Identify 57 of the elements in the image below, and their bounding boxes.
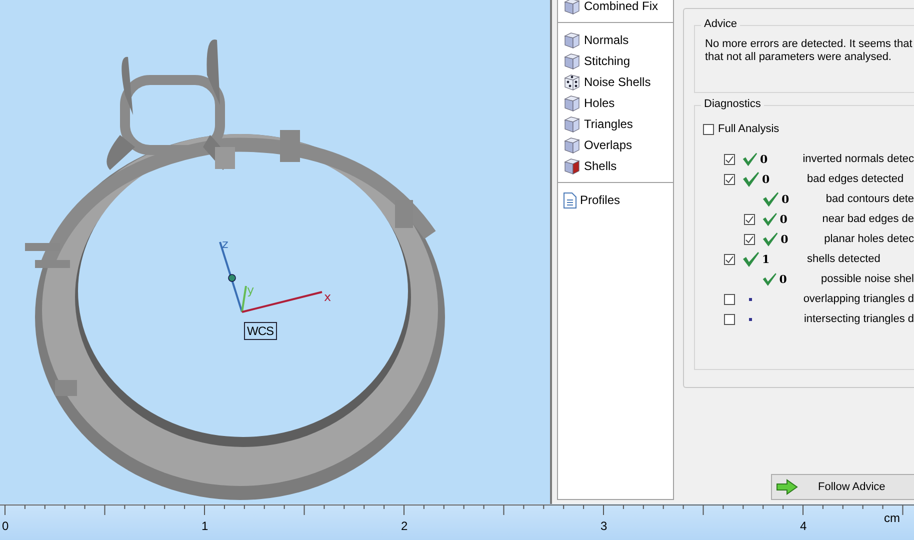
sidebar-item[interactable]: Combined Fix (558, 0, 673, 16)
dice-icon (563, 73, 581, 91)
checkbox[interactable] (724, 294, 735, 304)
diagnostic-label: possible noise shel (821, 273, 914, 285)
diagnostic-label: overlapping triangles d (803, 293, 914, 305)
checkbox[interactable] (724, 174, 735, 184)
coordinate-axes-drawing: z y x (212, 234, 332, 324)
sidebar-item[interactable]: Overlaps (558, 135, 673, 155)
ruler-label: 0 (2, 519, 9, 533)
sidebar-item[interactable]: Noise Shells (558, 72, 673, 92)
ruler-label: 2 (401, 519, 408, 533)
ruler-unit: cm (884, 511, 900, 525)
count-text: 0 (781, 192, 790, 206)
cube-icon (563, 31, 581, 49)
cube-icon (563, 115, 581, 133)
document-icon (563, 192, 577, 208)
cube-icon (563, 94, 581, 112)
count-text: 0 (760, 152, 769, 166)
count-text: 0 (780, 232, 790, 246)
advice-text: that not all parameters were analysed. (705, 51, 892, 64)
count-text: 0 (779, 272, 788, 286)
checkbox[interactable] (724, 154, 735, 164)
checkbox[interactable] (724, 314, 735, 324)
checkbox[interactable] (744, 234, 755, 244)
diagnostic-label: bad contours dete (826, 193, 914, 205)
full-analysis-label: Full Analysis (718, 123, 780, 135)
group-title: Diagnostics (701, 98, 764, 110)
count-text: 0 (762, 172, 771, 186)
sidebar-item[interactable]: Triangles (558, 114, 673, 134)
cube-icon (563, 157, 581, 175)
advice-text: No more errors are detected. It seems that (705, 38, 914, 51)
cube-icon (563, 52, 581, 70)
diagnostic-label: near bad edges de (822, 213, 914, 225)
group-title: Advice (701, 18, 740, 30)
diagnostic-label: planar holes detec (824, 233, 914, 245)
sidebar-item[interactable]: Stitching (558, 51, 673, 71)
axis-origin-label: WCS (244, 322, 276, 340)
follow-advice-button[interactable]: Follow Advice (771, 474, 914, 500)
checkbox[interactable] (703, 124, 714, 134)
ruler-label: 4 (800, 519, 807, 533)
sidebar-item[interactable]: Holes (558, 93, 673, 113)
sidebar-item[interactable]: Profiles (558, 190, 673, 210)
count-text: 1 (762, 252, 771, 266)
arrow-right-icon (776, 479, 798, 495)
sidebar-item[interactable]: Normals (558, 30, 673, 50)
checkbox[interactable] (744, 214, 755, 224)
cube-icon (563, 0, 581, 15)
sidebar-item[interactable]: Shells (558, 156, 673, 176)
diagnostic-label: intersecting triangles d (804, 313, 914, 325)
checkbox[interactable] (724, 254, 735, 264)
ruler-label: 1 (202, 519, 208, 533)
diagnostic-label: inverted normals detec (802, 153, 914, 165)
count-text: 0 (780, 212, 788, 226)
cube-icon (563, 136, 581, 154)
ruler-label: 3 (600, 519, 608, 533)
diagnostic-label: shells detected (807, 253, 880, 265)
diagnostic-label: bad edges detected (807, 173, 904, 185)
